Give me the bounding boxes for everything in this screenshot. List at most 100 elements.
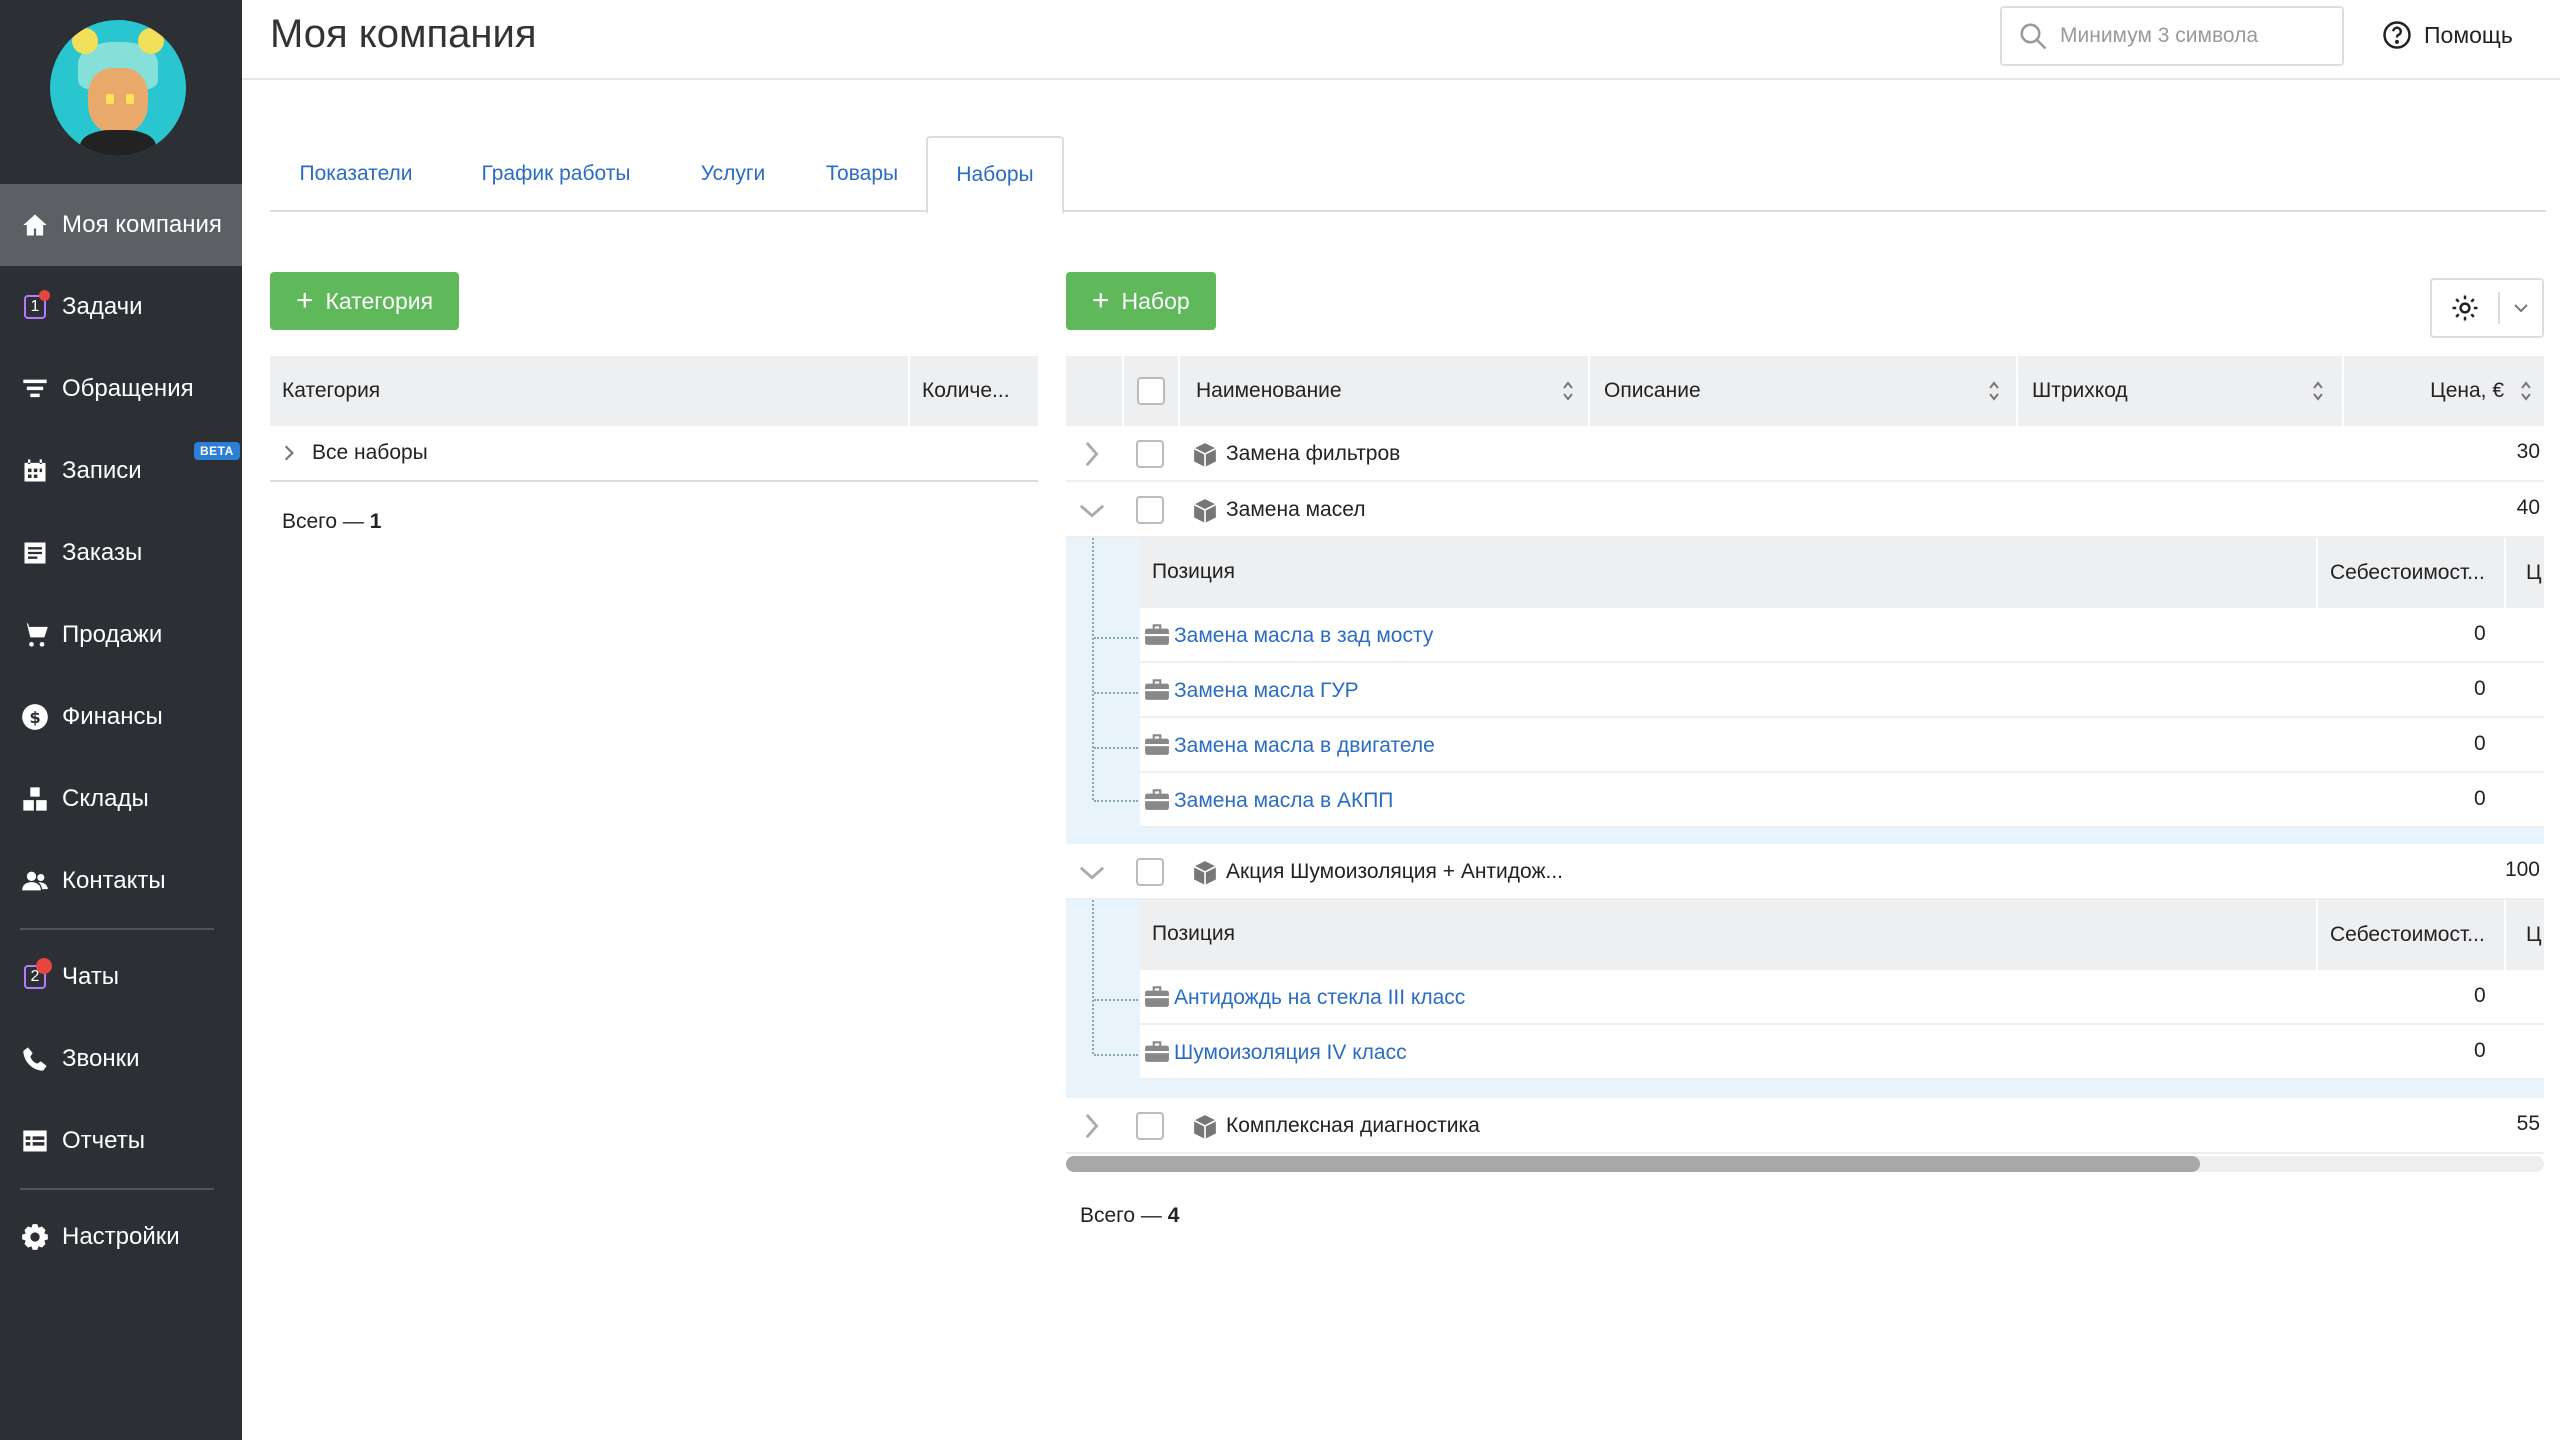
sidebar-item-settings[interactable]: Настройки bbox=[0, 1196, 242, 1278]
sidebar-item-requests[interactable]: Обращения bbox=[0, 348, 242, 430]
set-item-row[interactable]: Замена масла в АКПП 0 bbox=[1140, 773, 2544, 828]
set-item-link[interactable]: Замена масла ГУР bbox=[1174, 679, 1359, 703]
table-row[interactable]: Все наборы bbox=[270, 426, 1038, 482]
home-icon bbox=[20, 210, 50, 240]
toolbox-icon bbox=[1145, 734, 1169, 755]
add-category-button[interactable]: + Категория bbox=[270, 272, 460, 330]
tab-indicators[interactable]: Показатели bbox=[270, 136, 442, 212]
box-icon bbox=[1193, 499, 1217, 523]
chevron-right-icon[interactable] bbox=[282, 444, 296, 462]
chevron-down-icon[interactable] bbox=[1078, 500, 1106, 520]
set-item-link[interactable]: Замена масла в двигателе bbox=[1174, 734, 1435, 758]
search-icon bbox=[2020, 23, 2047, 50]
chevron-down-icon[interactable] bbox=[1078, 862, 1106, 882]
tab-sets[interactable]: Наборы bbox=[926, 136, 1064, 214]
horizontal-scrollbar[interactable] bbox=[1066, 1156, 2544, 1172]
help-button[interactable]: Помощь bbox=[2382, 20, 2513, 50]
sidebar-item-tasks[interactable]: 1 Задачи bbox=[0, 266, 242, 348]
sidebar-item-my-company[interactable]: Моя компания bbox=[0, 184, 242, 266]
column-description[interactable]: Описание bbox=[1588, 356, 2016, 426]
column-barcode[interactable]: Штрихкод bbox=[2016, 356, 2342, 426]
sort-icon[interactable] bbox=[1988, 380, 2000, 402]
row-checkbox[interactable] bbox=[1136, 496, 1164, 524]
chats-icon: 2 bbox=[20, 958, 52, 992]
search-input[interactable] bbox=[2060, 24, 2330, 48]
funnel-icon bbox=[20, 374, 50, 404]
set-item-link[interactable]: Шумоизоляция IV класс bbox=[1174, 1041, 1407, 1065]
set-item-row[interactable]: Замена масла ГУР 0 bbox=[1140, 663, 2544, 718]
set-items-panel: Позиция Себестоимост... Ц Антидождь на с… bbox=[1066, 900, 2544, 1098]
avatar[interactable] bbox=[50, 20, 186, 156]
set-item-row[interactable]: Антидождь на стекла III класс 0 bbox=[1140, 970, 2544, 1025]
sort-icon[interactable] bbox=[1562, 380, 1574, 402]
set-item-row[interactable]: Замена масла в зад мосту 0 bbox=[1140, 608, 2544, 663]
row-checkbox[interactable] bbox=[1136, 1112, 1164, 1140]
sidebar-divider bbox=[20, 928, 214, 930]
reports-icon bbox=[20, 1126, 50, 1156]
header: Моя компания Помощь bbox=[242, 0, 2560, 80]
phone-icon bbox=[20, 1044, 50, 1074]
contacts-icon bbox=[20, 866, 50, 896]
sets-table: Наименование Описание Штрихкод Цена, € З… bbox=[1066, 356, 2544, 1156]
sidebar-item-contacts[interactable]: Контакты bbox=[0, 840, 242, 922]
sub-table-header: Позиция Себестоимост... Ц bbox=[1140, 900, 2544, 970]
set-item-row[interactable]: Замена масла в двигателе 0 bbox=[1140, 718, 2544, 773]
sidebar-item-warehouses[interactable]: Склады bbox=[0, 758, 242, 840]
boxes-icon bbox=[20, 784, 50, 814]
cart-icon bbox=[20, 620, 50, 650]
search-box[interactable] bbox=[2000, 6, 2344, 66]
row-checkbox[interactable] bbox=[1136, 858, 1164, 886]
toolbox-icon bbox=[1145, 986, 1169, 1007]
box-icon bbox=[1193, 443, 1217, 467]
add-set-button[interactable]: + Набор bbox=[1066, 272, 1216, 330]
tab-services[interactable]: Услуги bbox=[668, 136, 798, 212]
column-price[interactable]: Цена, € bbox=[2342, 356, 2544, 426]
beta-badge: BETA bbox=[194, 442, 240, 460]
chevron-right-icon[interactable] bbox=[1080, 1112, 1102, 1140]
gear-icon[interactable] bbox=[2432, 292, 2500, 324]
scrollbar-thumb[interactable] bbox=[1066, 1156, 2200, 1172]
tab-schedule[interactable]: График работы bbox=[452, 136, 660, 212]
orders-icon bbox=[20, 538, 50, 568]
sidebar: Моя компания 1 Задачи Обращения Записи B… bbox=[0, 0, 242, 1440]
box-icon bbox=[1193, 1115, 1217, 1139]
tab-products[interactable]: Товары bbox=[798, 136, 926, 212]
column-category[interactable]: Категория bbox=[270, 356, 910, 426]
table-row[interactable]: Замена фильтров 30 bbox=[1066, 426, 2544, 482]
sort-icon[interactable] bbox=[2520, 380, 2532, 402]
table-header: Наименование Описание Штрихкод Цена, € bbox=[1066, 356, 2544, 426]
sidebar-item-finance[interactable]: $ Финансы bbox=[0, 676, 242, 758]
chevron-right-icon[interactable] bbox=[1080, 440, 1102, 468]
toolbox-icon bbox=[1145, 679, 1169, 700]
table-row[interactable]: Замена масел 40 bbox=[1066, 482, 2544, 538]
sidebar-item-calls[interactable]: Звонки bbox=[0, 1018, 242, 1100]
chevron-down-icon[interactable] bbox=[2500, 303, 2542, 313]
table-row[interactable]: Комплексная диагностика 55 bbox=[1066, 1098, 2544, 1154]
plus-icon: + bbox=[1092, 284, 1110, 317]
sidebar-item-orders[interactable]: Заказы bbox=[0, 512, 242, 594]
toolbox-icon bbox=[1145, 789, 1169, 810]
table-row[interactable]: Акция Шумоизоляция + Антидож... 100 bbox=[1066, 844, 2544, 900]
toolbox-icon bbox=[1145, 624, 1169, 645]
page-title: Моя компания bbox=[270, 12, 537, 56]
sidebar-item-sales[interactable]: Продажи bbox=[0, 594, 242, 676]
categories-table: Категория Количе... Все наборы Всего — 1 bbox=[270, 356, 1038, 534]
sidebar-item-chats[interactable]: 2 Чаты bbox=[0, 936, 242, 1018]
box-icon bbox=[1193, 861, 1217, 885]
column-name[interactable]: Наименование bbox=[1178, 356, 1588, 426]
sidebar-item-reports[interactable]: Отчеты bbox=[0, 1100, 242, 1182]
dollar-icon: $ bbox=[20, 702, 50, 732]
row-checkbox[interactable] bbox=[1136, 440, 1164, 468]
set-item-link[interactable]: Антидождь на стекла III класс bbox=[1174, 986, 1465, 1010]
sort-icon[interactable] bbox=[2312, 380, 2324, 402]
svg-text:$: $ bbox=[29, 708, 40, 727]
set-item-row[interactable]: Шумоизоляция IV класс 0 bbox=[1140, 1025, 2544, 1080]
column-count[interactable]: Количе... bbox=[910, 356, 1038, 426]
set-item-link[interactable]: Замена масла в зад мосту bbox=[1174, 624, 1433, 648]
set-item-link[interactable]: Замена масла в АКПП bbox=[1174, 789, 1393, 813]
table-settings-button[interactable] bbox=[2430, 278, 2544, 338]
set-items-panel: Позиция Себестоимост... Ц Замена масла в… bbox=[1066, 538, 2544, 844]
gear-icon bbox=[20, 1222, 50, 1252]
select-all-checkbox[interactable] bbox=[1122, 356, 1178, 426]
plus-icon: + bbox=[296, 284, 314, 317]
